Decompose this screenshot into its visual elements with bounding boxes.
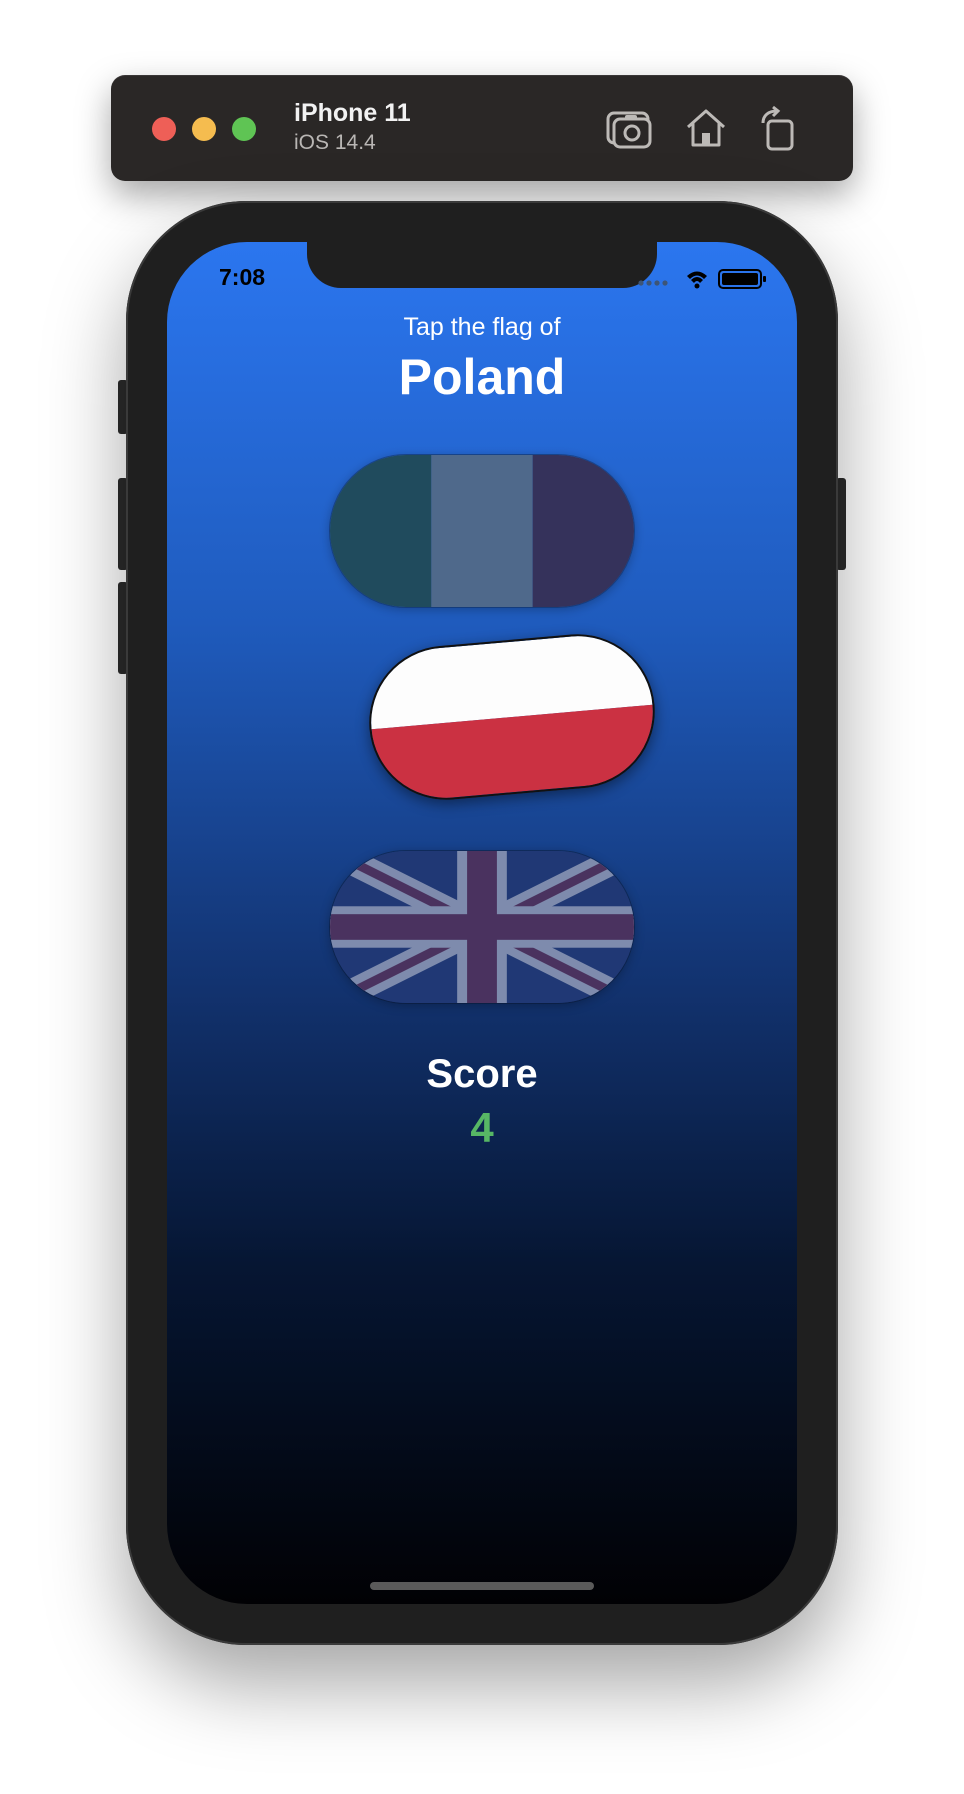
simulator-toolbar: iPhone 11 iOS 14.4 <box>111 75 853 181</box>
cellular-icon <box>638 280 668 286</box>
notch <box>307 242 657 288</box>
screenshot-icon <box>606 111 652 149</box>
battery-icon <box>718 269 766 289</box>
score-label: Score <box>426 1052 538 1096</box>
home-button[interactable] <box>682 105 730 151</box>
score-value: 4 <box>470 1104 494 1151</box>
prompt-text: Tap the flag of <box>403 313 561 341</box>
flag-button-3[interactable] <box>329 850 635 1004</box>
tricolor-flag-image <box>330 455 634 607</box>
simulator-os-version: iOS 14.4 <box>294 131 376 154</box>
close-window-button[interactable] <box>152 117 176 141</box>
status-icons <box>635 266 771 290</box>
app-screen: 7:08 Tap the flag of Poland Score 4 <box>167 242 797 1604</box>
union-jack-flag-image <box>330 851 634 1003</box>
minimize-window-button[interactable] <box>192 117 216 141</box>
status-time: 7:08 <box>219 264 266 290</box>
home-indicator <box>370 1582 594 1590</box>
target-country: Poland <box>398 349 566 405</box>
zoom-window-button[interactable] <box>232 117 256 141</box>
flag-button-2[interactable] <box>362 627 662 807</box>
poland-flag-image <box>364 629 660 805</box>
screenshot-button[interactable] <box>605 105 653 151</box>
simulator-device-name: iPhone 11 <box>294 99 411 127</box>
flag-button-1[interactable] <box>329 454 635 608</box>
rotate-button[interactable] <box>755 105 803 151</box>
home-icon <box>687 109 725 147</box>
rotate-icon <box>761 105 794 151</box>
wifi-icon <box>687 271 707 289</box>
